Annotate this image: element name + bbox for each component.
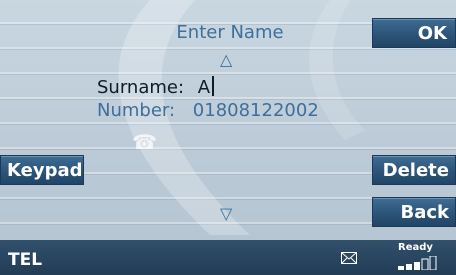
signal-bar xyxy=(398,266,404,270)
status-bar: TEL Ready xyxy=(0,240,456,275)
page-title: Enter Name xyxy=(176,22,284,43)
envelope-icon xyxy=(341,252,357,264)
ready-status: Ready xyxy=(398,242,433,253)
number-value: 01808122002 xyxy=(192,100,319,121)
number-label: Number: xyxy=(97,100,176,121)
surname-value: A xyxy=(197,77,211,98)
signal-bar xyxy=(414,262,420,270)
number-field: Number: 01808122002 xyxy=(97,100,319,121)
delete-button[interactable]: Delete xyxy=(372,155,456,185)
surname-label: Surname: xyxy=(97,77,185,98)
surname-field[interactable]: Surname: A xyxy=(97,76,215,98)
phone-icon: ☎ xyxy=(132,130,157,154)
text-cursor xyxy=(212,76,215,96)
phone-name-entry-screen: Enter Name OK △ Surname: A Number: 01808… xyxy=(0,0,456,275)
down-arrow-icon[interactable]: ▽ xyxy=(220,204,232,223)
signal-bar xyxy=(406,264,412,270)
signal-icon xyxy=(398,256,437,270)
keypad-button[interactable]: Keypad xyxy=(0,155,84,185)
signal-bar xyxy=(421,258,429,270)
back-button[interactable]: Back xyxy=(372,197,456,227)
ok-button[interactable]: OK xyxy=(372,18,456,48)
up-arrow-icon[interactable]: △ xyxy=(220,50,232,69)
signal-bar xyxy=(429,256,437,270)
mode-label: TEL xyxy=(8,250,43,270)
